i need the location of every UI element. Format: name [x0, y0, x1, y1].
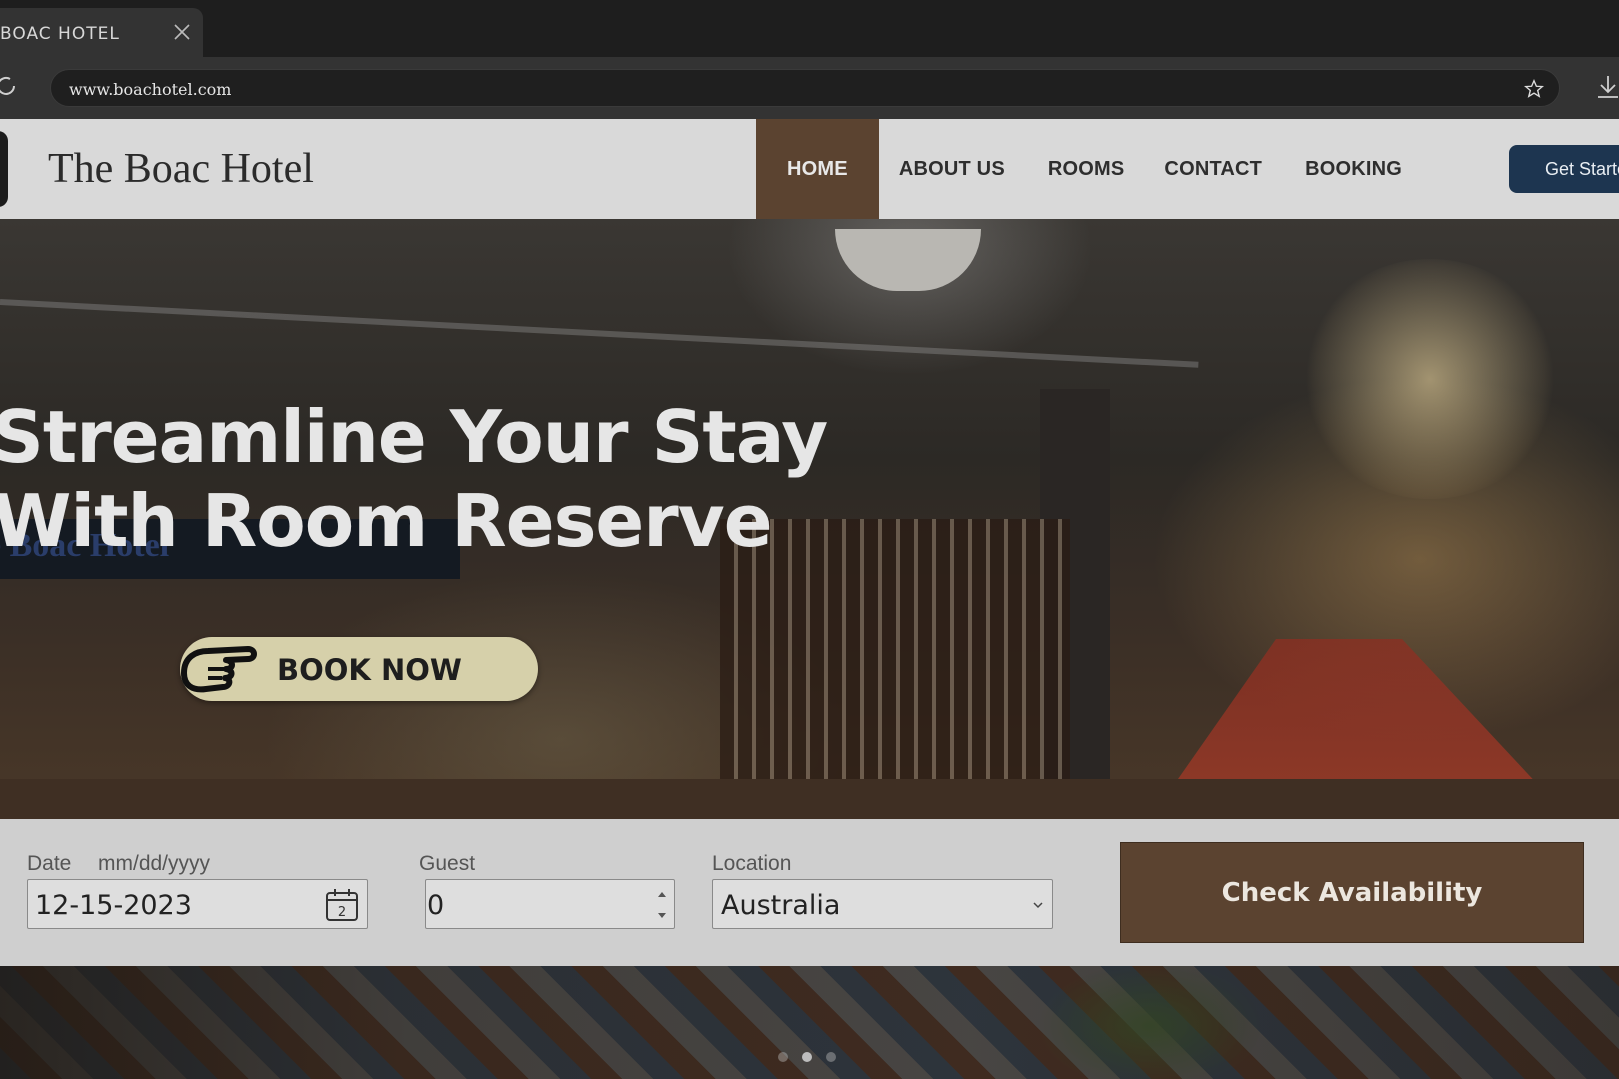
- calendar-icon[interactable]: 2: [324, 887, 360, 923]
- carousel-overlay: [0, 966, 1619, 1079]
- carousel-image: [0, 966, 1619, 1079]
- booking-bar: Date mm/dd/yyyy 12-15-2023 2 Guest 0 Loc…: [0, 819, 1619, 966]
- address-bar[interactable]: www.boachotel.com: [50, 69, 1560, 107]
- calendar-day: 2: [338, 905, 346, 920]
- main-nav: HOME ABOUT US ROOMS CONTACT BOOKING: [756, 119, 1422, 219]
- hero-floor: [0, 779, 1619, 819]
- nav-contact[interactable]: CONTACT: [1144, 119, 1282, 219]
- browser-toolbar: www.boachotel.com: [0, 57, 1619, 119]
- pointing-hand-icon: [181, 646, 257, 693]
- get-started-button[interactable]: Get Started: [1509, 145, 1619, 193]
- close-icon[interactable]: [172, 22, 192, 42]
- location-label: Location: [712, 852, 792, 875]
- download-icon[interactable]: [1594, 73, 1619, 101]
- nav-about-us[interactable]: ABOUT US: [879, 119, 1025, 219]
- date-value: 12-15-2023: [35, 890, 192, 921]
- book-now-label: BOOK NOW: [277, 653, 462, 687]
- carousel-dots: [778, 1052, 836, 1062]
- hero-banner: e Boac Hotel Streamline Your Stay With R…: [0, 219, 1619, 819]
- nav-home[interactable]: HOME: [756, 119, 879, 219]
- bookmark-star-icon[interactable]: [1523, 78, 1545, 100]
- carousel-dot-active[interactable]: [802, 1052, 812, 1062]
- brand-name[interactable]: The Boac Hotel: [48, 145, 314, 193]
- hero-headline: Streamline Your Stay With Room Reserve: [0, 395, 828, 563]
- site-header: The Boac Hotel HOME ABOUT US ROOMS CONTA…: [0, 119, 1619, 219]
- nav-rooms[interactable]: ROOMS: [1028, 119, 1145, 219]
- guest-value: 0: [427, 890, 445, 921]
- nav-booking[interactable]: BOOKING: [1285, 119, 1422, 219]
- browser-tab[interactable]: BOAC HOTEL: [0, 8, 203, 57]
- carousel-dot[interactable]: [778, 1052, 788, 1062]
- date-field[interactable]: 12-15-2023 2: [27, 879, 368, 929]
- hero-ceiling-beam: [0, 299, 1199, 368]
- guest-stepper[interactable]: 0: [425, 879, 675, 929]
- decrement-arrow-icon[interactable]: [658, 913, 666, 918]
- headline-line-1: Streamline Your Stay: [0, 395, 828, 479]
- location-value: Australia: [721, 890, 841, 921]
- browser-tab-bar: BOAC HOTEL: [0, 0, 1619, 57]
- carousel-dot[interactable]: [826, 1052, 836, 1062]
- headline-line-2: With Room Reserve: [0, 479, 773, 563]
- ceiling-lamp: [835, 229, 981, 291]
- check-availability-label: Check Availability: [1221, 877, 1483, 908]
- hotel-logo[interactable]: [0, 131, 8, 207]
- guest-label: Guest: [419, 852, 476, 875]
- tab-title: BOAC HOTEL: [0, 24, 120, 44]
- reload-icon[interactable]: [0, 74, 18, 98]
- date-format-hint: mm/dd/yyyy: [98, 852, 211, 875]
- date-label: Date: [27, 852, 72, 875]
- check-availability-button[interactable]: Check Availability: [1120, 842, 1584, 943]
- chevron-down-icon: [1033, 902, 1043, 909]
- increment-arrow-icon[interactable]: [658, 892, 666, 897]
- location-select[interactable]: Australia: [712, 879, 1053, 929]
- chandelier-glow: [1300, 259, 1560, 499]
- url-text: www.boachotel.com: [69, 80, 232, 99]
- lattice-screen: [720, 519, 1070, 819]
- book-now-button[interactable]: BOOK NOW: [180, 637, 538, 701]
